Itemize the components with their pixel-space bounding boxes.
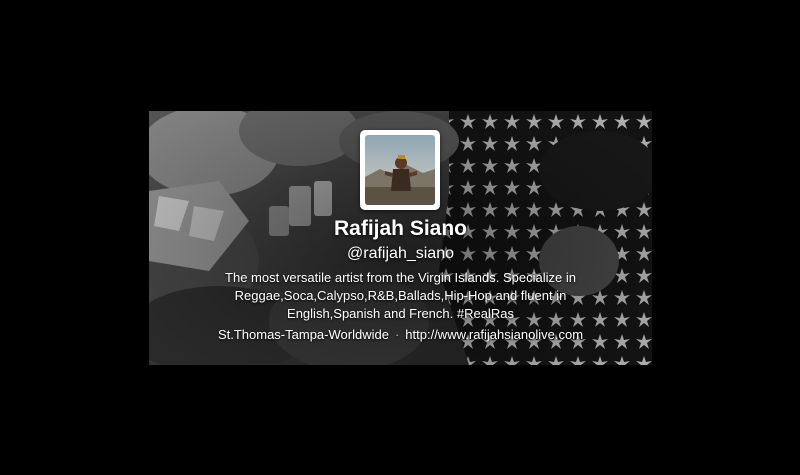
meta-separator: · xyxy=(394,327,400,342)
profile-handle: @rafijah_siano xyxy=(347,245,454,262)
profile-name: Rafijah Siano xyxy=(333,217,468,240)
profile-website-link[interactable]: http://www.rafijahsianolive.com xyxy=(405,327,583,342)
page: Rafijah Siano @rafijah_siano The most ve… xyxy=(0,0,800,475)
avatar-image xyxy=(365,135,435,205)
profile-meta: St.Thomas-Tampa-Worldwide · http://www.raf… xyxy=(149,327,652,342)
avatar[interactable] xyxy=(360,130,440,210)
profile-location: St.Thomas-Tampa-Worldwide xyxy=(217,327,389,342)
profile-header: Rafijah Siano @rafijah_siano The most ve… xyxy=(149,111,652,365)
profile-bio: The most versatile artist from the Virgi… xyxy=(225,270,576,321)
